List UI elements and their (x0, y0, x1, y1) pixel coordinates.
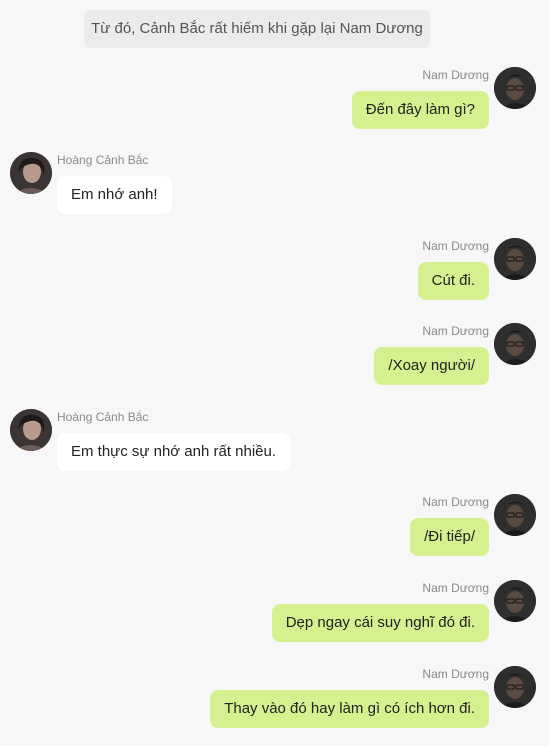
avatar-nam-duong[interactable] (494, 494, 536, 536)
system-message: Từ đó, Cảnh Bắc rất hiếm khi gặp lại Nam… (84, 10, 430, 48)
message-bubble[interactable]: /Đi tiếp/ (410, 518, 489, 556)
message-bubble[interactable]: Thay vào đó hay làm gì có ích hơn đi. (210, 690, 489, 728)
chat-message: Hoàng Cảnh Bắc Em nhớ anh! (0, 152, 549, 232)
sender-name: Nam Dương (422, 68, 489, 82)
chat-message: Nam Dương Thay vào đó hay làm gì có ích … (0, 666, 549, 746)
avatar-hoang-canh-bac[interactable] (10, 152, 52, 194)
avatar-nam-duong[interactable] (494, 580, 536, 622)
chat-message: Nam Dương Cút đi. (0, 238, 549, 318)
sender-name: Nam Dương (422, 667, 489, 681)
message-bubble[interactable]: Dẹp ngay cái suy nghĩ đó đi. (271, 604, 489, 642)
sender-name: Nam Dương (422, 239, 489, 253)
message-bubble[interactable]: /Xoay người/ (374, 347, 489, 385)
sender-name: Hoàng Cảnh Bắc (57, 153, 149, 167)
sender-name: Hoàng Cảnh Bắc (57, 410, 149, 424)
sender-name: Nam Dương (422, 581, 489, 595)
message-bubble[interactable]: Cút đi. (417, 262, 489, 300)
avatar-nam-duong[interactable] (494, 238, 536, 280)
avatar-nam-duong[interactable] (494, 67, 536, 109)
message-bubble[interactable]: Đến đây làm gì? (351, 91, 489, 129)
avatar-hoang-canh-bac[interactable] (10, 409, 52, 451)
chat-message: Hoàng Cảnh Bắc Em thực sự nhớ anh rất nh… (0, 409, 549, 489)
avatar-nam-duong[interactable] (494, 323, 536, 365)
sender-name: Nam Dương (422, 324, 489, 338)
avatar-nam-duong[interactable] (494, 666, 536, 708)
chat-message: Nam Dương Dẹp ngay cái suy nghĩ đó đi. (0, 580, 549, 660)
chat-message: Nam Dương /Đi tiếp/ (0, 494, 549, 574)
chat-message: Nam Dương /Xoay người/ (0, 323, 549, 403)
sender-name: Nam Dương (422, 495, 489, 509)
message-bubble[interactable]: Em thực sự nhớ anh rất nhiều. (57, 433, 291, 471)
chat-message: Nam Dương Đến đây làm gì? (0, 67, 549, 147)
message-bubble[interactable]: Em nhớ anh! (57, 176, 172, 214)
